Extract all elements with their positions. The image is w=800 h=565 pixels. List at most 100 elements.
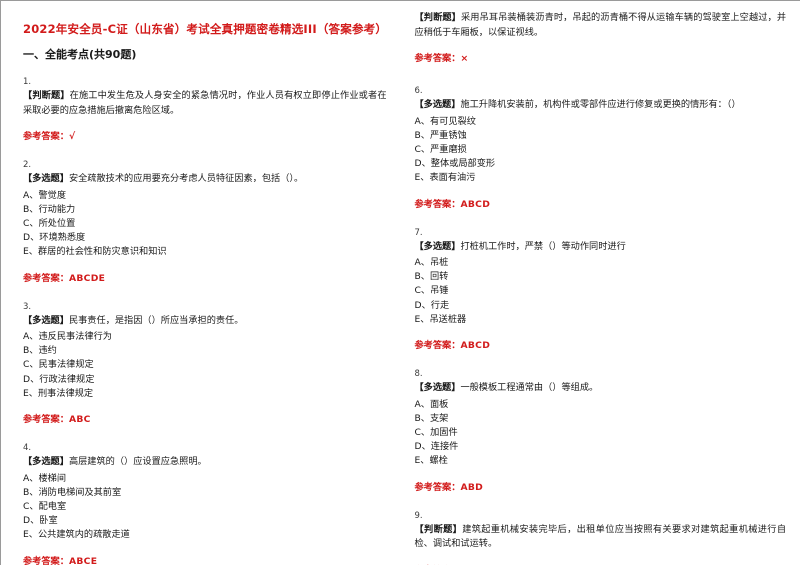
option-item: A、楼梯间 — [23, 472, 67, 484]
option-item: B、严重锈蚀 — [414, 129, 467, 141]
question-block: 1. 【判断题】在施工中发生危及人身安全的紧急情况时，作业人员有权立即停止作业或… — [23, 77, 387, 144]
question-text: 施工升降机安装前，机构件或零部件应进行修复或更换的情形有：（） — [460, 99, 741, 110]
question-number: 4. — [23, 443, 32, 454]
option-item: A、面板 — [414, 398, 449, 410]
answer-label: 参考答案： — [23, 131, 69, 142]
option-item: B、消防电梯间及其前室 — [23, 486, 122, 498]
answer-label: 参考答案： — [414, 198, 461, 210]
option-item: D、环境熟悉度 — [23, 232, 86, 244]
question-text: 民事责任，是指因（）所应当承担的责任。 — [68, 314, 244, 326]
question-type-label: 【多选题】 — [414, 99, 461, 110]
answer-value: × — [460, 53, 469, 64]
question-text: 打桩机工作时，严禁（）等动作同时进行 — [460, 240, 626, 252]
answer-label: 参考答案： — [414, 481, 461, 493]
option-item: A、违反民事法律行为 — [23, 331, 112, 343]
question-type-label: 【多选题】 — [23, 456, 69, 468]
option-item: B、行动能力 — [23, 203, 76, 215]
answer-label: 参考答案： — [23, 272, 69, 284]
question-number: 1. — [23, 77, 32, 87]
question-type-label: 【多选题】 — [414, 382, 461, 394]
answer-line: 参考答案：× — [415, 51, 787, 66]
question-number: 2. — [23, 160, 32, 170]
page-title: 2022年安全员-C证（山东省）考试全真押题密卷精选III（答案参考） — [23, 22, 388, 36]
question-number: 9. — [414, 510, 423, 521]
question-text: 建筑起重机械安装完毕后，出租单位应当按照有关要求对建筑起重机械进行自检、调试和试… — [414, 523, 787, 550]
answer-value: ABD — [460, 481, 484, 493]
question-text: 一般模板工程通常由（）等组成。 — [460, 382, 599, 394]
answer-label: 参考答案： — [414, 340, 461, 352]
option-item: D、行政法律规定 — [23, 373, 95, 385]
question-number: 8. — [414, 369, 423, 380]
right-column: 【判断题】采用吊耳吊装桶装沥青时，吊起的沥青桶不得从运输车辆的驾驶室上空越过，并… — [405, 11, 787, 565]
answer-value: ABC — [68, 414, 91, 426]
answer-line: 参考答案：ABCD — [415, 197, 787, 212]
question-stem: 【多选题】高层建筑的（）应设置应急照明。 — [23, 455, 387, 470]
answer-value: ABCD — [460, 340, 491, 352]
question-stem: 【多选题】打桩机工作时，严禁（）等动作同时进行 — [415, 240, 787, 255]
option-item: D、连接件 — [414, 441, 459, 453]
answer-line: 参考答案：√ — [23, 129, 387, 144]
question-block: 3. 【多选题】民事责任，是指因（）所应当承担的责任。 A、违反民事法律行为 B… — [23, 302, 387, 428]
answer-label: 参考答案： — [23, 414, 69, 426]
exam-paper-page: 2022年安全员-C证（山东省）考试全真押题密卷精选III（答案参考） 一、全能… — [0, 0, 800, 565]
question-stem: 【多选题】民事责任，是指因（）所应当承担的责任。 — [23, 314, 387, 329]
option-item: C、民事法律规定 — [23, 359, 94, 371]
answer-line: 参考答案：ABD — [415, 480, 787, 495]
option-item: B、违约 — [23, 345, 57, 357]
question-text: 安全疏散技术的应用要充分考虑人员特征因素，包括（）。 — [68, 173, 304, 184]
option-item: E、吊送桩器 — [414, 313, 467, 325]
question-stem: 【多选题】施工升降机安装前，机构件或零部件应进行修复或更换的情形有：（） — [415, 98, 787, 113]
option-item: E、螺栓 — [414, 455, 448, 467]
question-text: 在施工中发生危及人身安全的紧急情况时，作业人员有权立即停止作业或者在采取必要的应… — [23, 90, 387, 116]
option-item: C、所处位置 — [23, 217, 76, 229]
answer-value: √ — [68, 131, 76, 142]
answer-label: 参考答案： — [414, 53, 461, 64]
option-item: C、严重磨损 — [414, 143, 467, 155]
option-item: C、配电室 — [23, 500, 67, 512]
option-item: A、有可见裂纹 — [414, 115, 476, 127]
question-type-label: 【多选题】 — [23, 173, 69, 184]
question-type-label: 【判断题】 — [414, 12, 461, 23]
question-number: 3. — [23, 301, 32, 312]
answer-line: 参考答案：ABCE — [23, 554, 387, 565]
answer-label: 参考答案： — [23, 555, 69, 565]
question-block: 2. 【多选题】安全疏散技术的应用要充分考虑人员特征因素，包括（）。 A、警觉度… — [23, 160, 387, 286]
option-item: A、警觉度 — [23, 189, 67, 201]
question-block: 9. 【判断题】建筑起重机械安装完毕后，出租单位应当按照有关要求对建筑起重机械进… — [415, 511, 787, 565]
question-type-label: 【多选题】 — [23, 314, 69, 326]
question-stem: 【多选题】安全疏散技术的应用要充分考虑人员特征因素，包括（）。 — [23, 172, 387, 187]
option-item: E、群居的社会性和防灾意识和知识 — [23, 246, 167, 258]
question-type-label: 【判断题】 — [23, 90, 70, 101]
answer-line: 参考答案：ABCDE — [23, 271, 387, 286]
option-item: E、公共建筑内的疏散走道 — [23, 529, 130, 541]
question-block: 7. 【多选题】打桩机工作时，严禁（）等动作同时进行 A、吊桩 B、回转 C、吊… — [415, 228, 787, 354]
question-type-label: 【判断题】 — [414, 523, 463, 535]
question-block: 8. 【多选题】一般模板工程通常由（）等组成。 A、面板 B、支架 C、加固件 … — [415, 369, 787, 495]
question-type-label: 【多选题】 — [414, 240, 461, 252]
option-item: D、卧室 — [23, 515, 58, 527]
question-block: 4. 【多选题】高层建筑的（）应设置应急照明。 A、楼梯间 B、消防电梯间及其前… — [23, 443, 387, 565]
option-item: A、吊桩 — [414, 257, 449, 269]
option-item: B、支架 — [414, 412, 449, 424]
option-item: E、刑事法律规定 — [23, 387, 94, 399]
question-text: 采用吊耳吊装桶装沥青时，吊起的沥青桶不得从运输车辆的驾驶室上空越过，并应稍低于车… — [414, 12, 787, 38]
question-stem: 【判断题】建筑起重机械安装完毕后，出租单位应当按照有关要求对建筑起重机械进行自检… — [415, 523, 787, 552]
question-block-continued: 【判断题】采用吊耳吊装桶装沥青时，吊起的沥青桶不得从运输车辆的驾驶室上空越过，并… — [415, 11, 787, 66]
question-number: 7. — [414, 227, 423, 238]
question-text: 高层建筑的（）应设置应急照明。 — [68, 456, 207, 468]
left-column: 2022年安全员-C证（山东省）考试全真押题密卷精选III（答案参考） 一、全能… — [23, 11, 405, 565]
answer-value: ABCDE — [68, 272, 106, 284]
question-block: 6. 【多选题】施工升降机安装前，机构件或零部件应进行修复或更换的情形有：（） … — [415, 86, 787, 212]
question-stem: 【判断题】采用吊耳吊装桶装沥青时，吊起的沥青桶不得从运输车辆的驾驶室上空越过，并… — [415, 11, 787, 40]
option-item: D、整体或局部变形 — [414, 158, 496, 170]
answer-line: 参考答案：ABC — [23, 412, 387, 427]
question-stem: 【多选题】一般模板工程通常由（）等组成。 — [415, 381, 787, 396]
option-item: C、加固件 — [414, 426, 458, 438]
answer-line: 参考答案：ABCD — [415, 338, 787, 353]
option-item: C、吊锤 — [414, 285, 449, 297]
option-item: E、表面有油污 — [414, 172, 476, 184]
two-column-layout: 2022年安全员-C证（山东省）考试全真押题密卷精选III（答案参考） 一、全能… — [1, 1, 800, 565]
answer-value: ABCD — [460, 198, 491, 210]
option-item: D、行走 — [414, 299, 450, 311]
question-number: 6. — [414, 86, 423, 96]
